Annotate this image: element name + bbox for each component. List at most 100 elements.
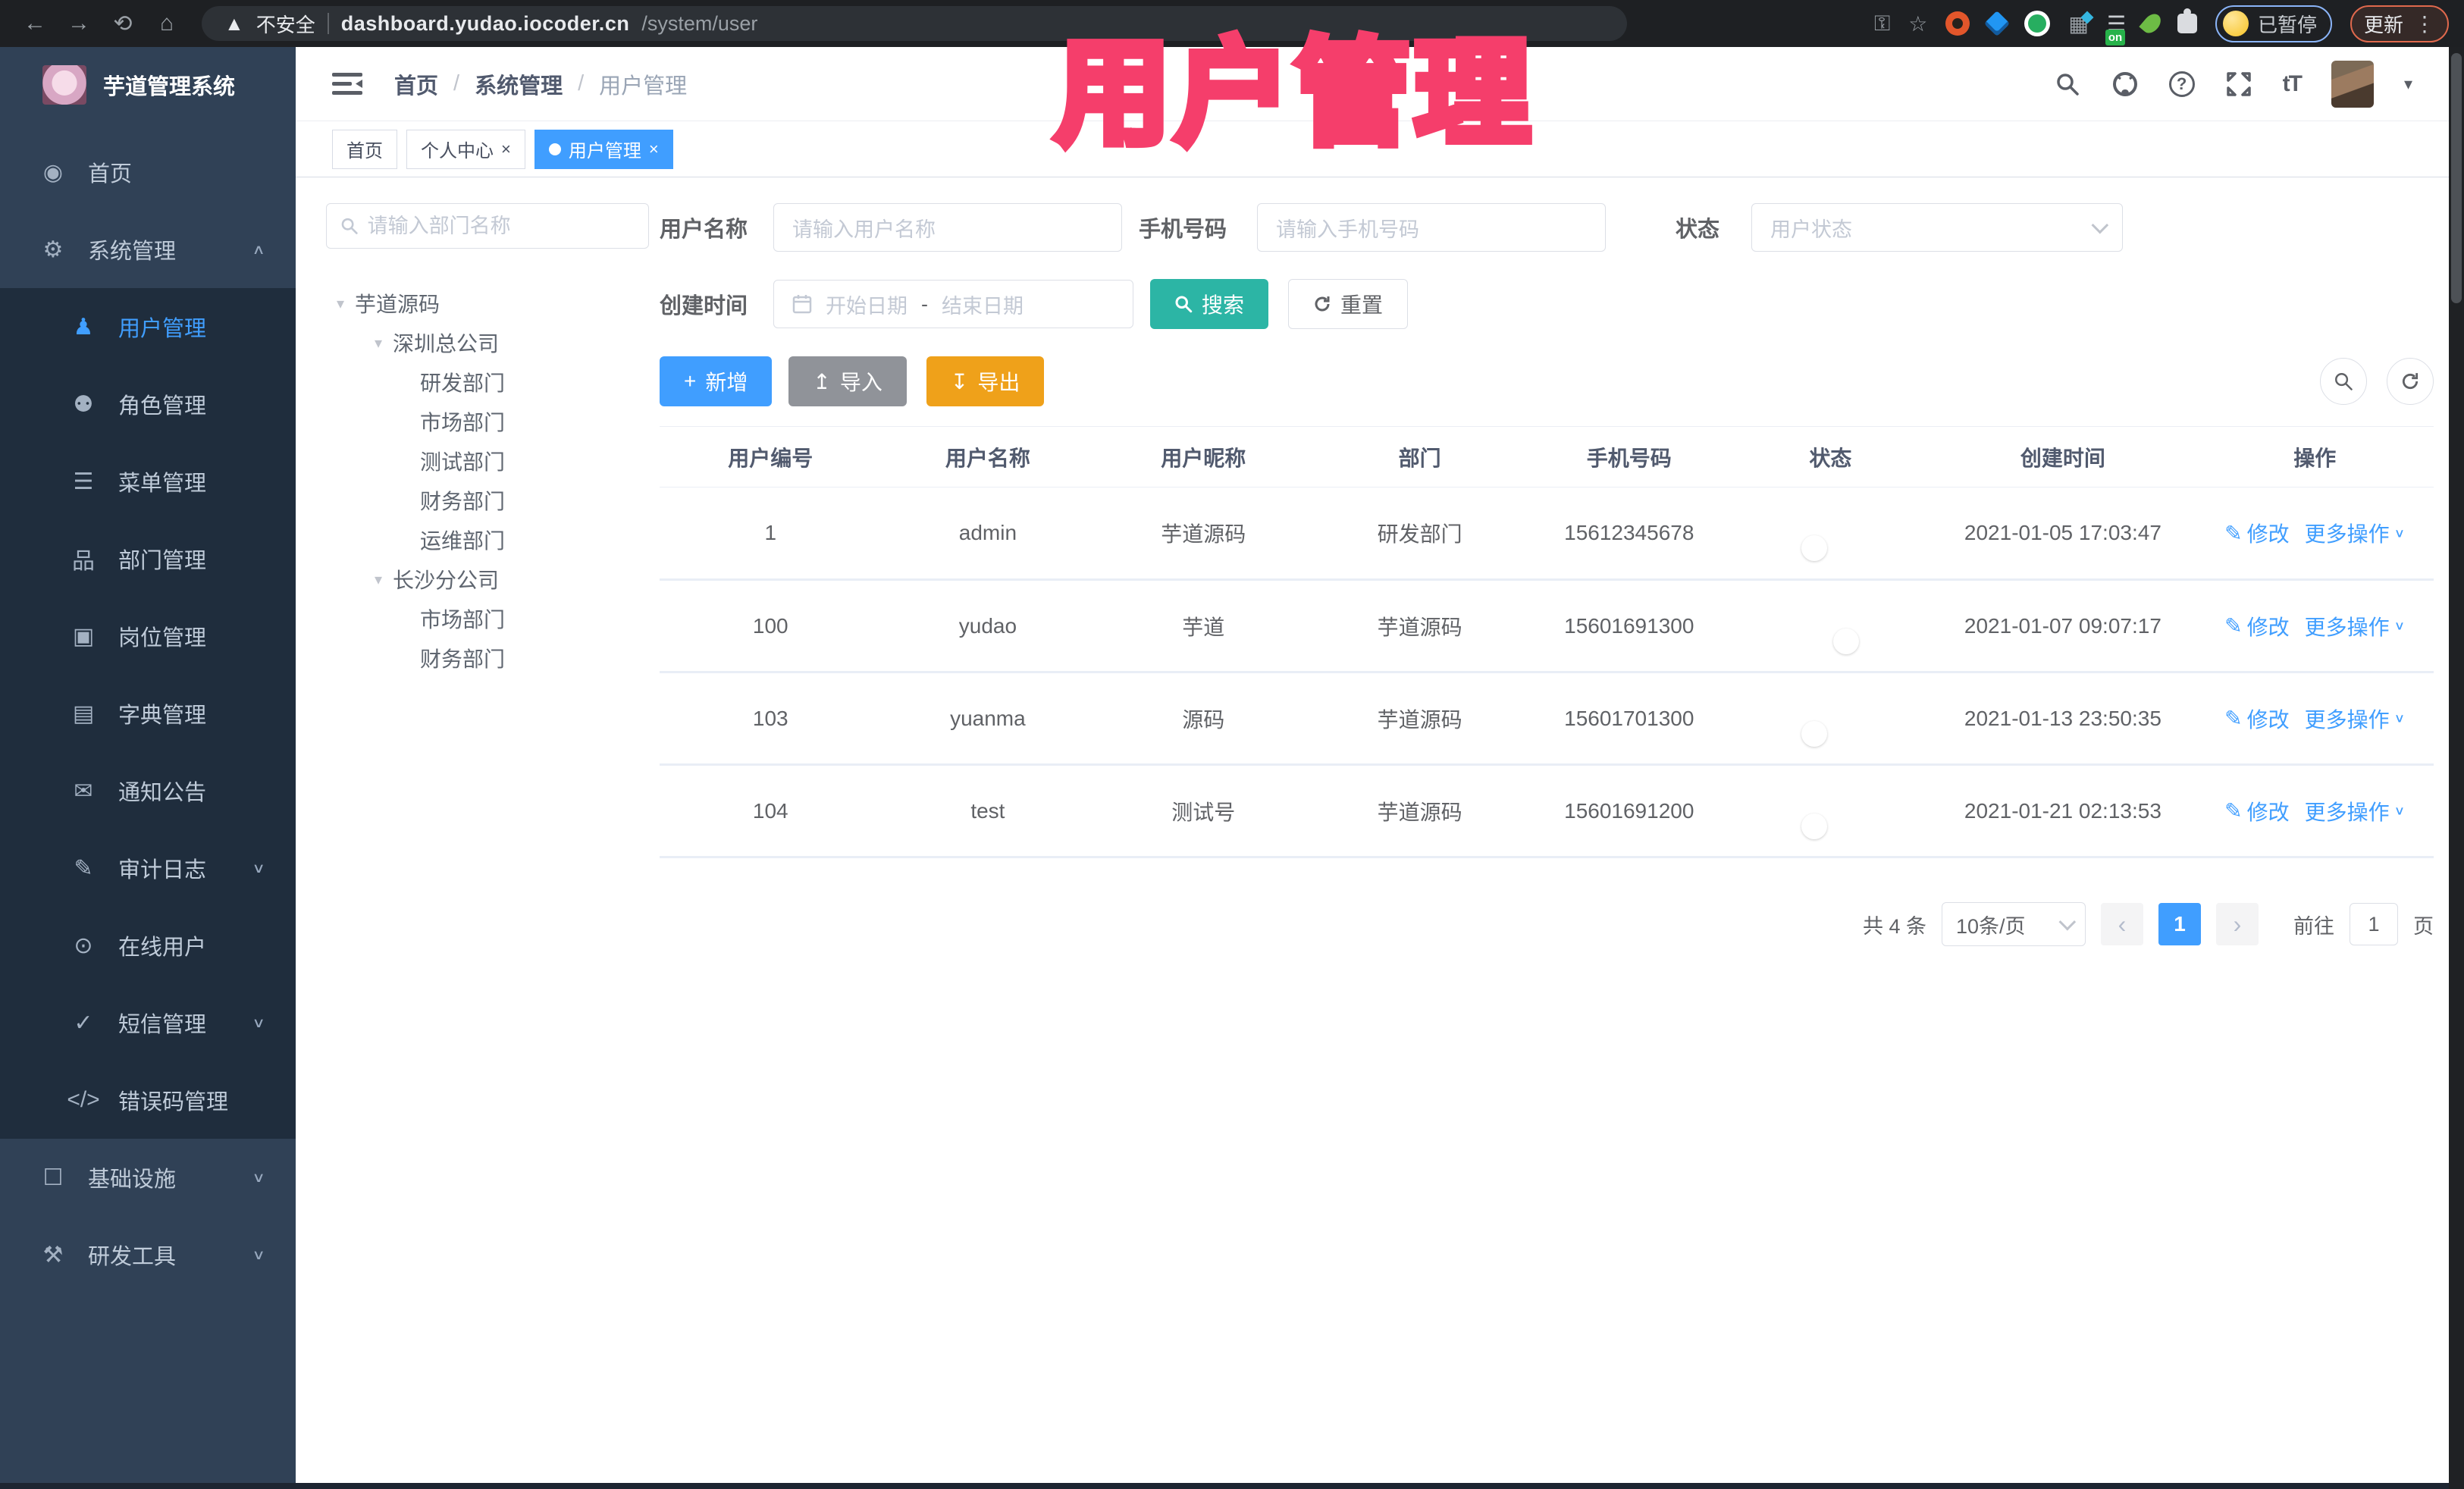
column-header[interactable]: 用户昵称 [1094, 426, 1313, 487]
status-select[interactable]: 用户状态 [1751, 203, 2124, 252]
search-button[interactable]: 搜索 [1150, 279, 1269, 329]
more-actions-link[interactable]: 更多操作 ∨ [2305, 796, 2406, 826]
extensions-puzzle-icon[interactable] [2177, 8, 2197, 33]
sidebar-item[interactable]: ♟ 用户管理 [0, 288, 296, 365]
more-actions-link[interactable]: 更多操作 ∨ [2305, 704, 2406, 734]
add-button[interactable]: + 新增 [660, 356, 773, 406]
edit-link[interactable]: ✎ 修改 [2224, 796, 2289, 826]
sidebar-item[interactable]: ⊙ 在线用户 [0, 907, 296, 984]
dict-icon: ▤ [72, 701, 95, 726]
column-header[interactable]: 用户名称 [881, 426, 1095, 487]
more-actions-link[interactable]: 更多操作 ∨ [2305, 611, 2406, 641]
search-icon[interactable] [2054, 71, 2081, 98]
mobile-placeholder: 请输入手机号码 [1276, 218, 1420, 241]
column-header[interactable]: 手机号码 [1527, 426, 1732, 487]
bookmark-star-icon[interactable]: ☆ [1908, 11, 1927, 36]
users-table: 用户编号 用户名称 用户昵称 部门 手机号码 状态 创建时间 操作 1 admin 芋道源码 … [660, 426, 2434, 858]
tree-caret-icon[interactable]: ▾ [375, 570, 382, 589]
sidebar-item[interactable]: ◉ 首页 [0, 133, 296, 211]
tree-node[interactable]: 财务部门 [326, 481, 649, 520]
sidebar-item[interactable]: ▤ 字典管理 [0, 675, 296, 752]
user-avatar[interactable] [2331, 60, 2374, 108]
tree-caret-icon[interactable]: ▾ [337, 294, 344, 313]
page-tab[interactable]: 首页 [332, 129, 397, 169]
current-page-button[interactable]: 1 [2158, 903, 2201, 945]
sidebar-item[interactable]: 品 部门管理 [0, 520, 296, 597]
browser-scrollbar[interactable] [2449, 47, 2464, 1489]
collapse-sidebar-icon[interactable] [332, 71, 362, 97]
sidebar-item[interactable]: ✓ 短信管理 ∨ [0, 984, 296, 1061]
column-header[interactable]: 状态 [1731, 426, 1930, 487]
reset-button[interactable]: 重置 [1288, 279, 1409, 329]
more-actions-link[interactable]: 更多操作 ∨ [2305, 518, 2406, 548]
sidebar-item[interactable]: ⚒ 研发工具 ∨ [0, 1216, 296, 1293]
tree-node[interactable]: 研发部门 [326, 362, 649, 402]
column-header[interactable]: 创建时间 [1930, 426, 2196, 487]
key-icon[interactable]: ⚿ [1874, 11, 1890, 36]
tree-node[interactable]: 市场部门 [326, 402, 649, 441]
github-icon[interactable] [2111, 71, 2139, 98]
extension-grid-icon[interactable]: ▦ [2068, 11, 2094, 36]
tree-node[interactable]: 测试部门 [326, 441, 649, 481]
column-header[interactable]: 部门 [1312, 426, 1528, 487]
sidebar-item[interactable]: ☐ 基础设施 ∨ [0, 1139, 296, 1216]
font-size-icon[interactable]: tT [2283, 71, 2303, 97]
prev-page-button[interactable]: ‹ [2101, 903, 2143, 945]
avatar-caret-icon[interactable]: ▾ [2404, 74, 2412, 94]
sidebar-item[interactable]: ☰ 菜单管理 [0, 443, 296, 520]
app-logo-row[interactable]: 芋道管理系统 [0, 47, 296, 123]
kebab-menu-icon[interactable]: ⋮ [2414, 11, 2435, 36]
back-icon[interactable]: ← [15, 11, 55, 36]
update-button[interactable]: 更新 ⋮ [2350, 5, 2449, 42]
security-warning-icon[interactable]: ▲ [224, 12, 244, 36]
extension-green-icon[interactable] [2024, 11, 2051, 36]
tree-node[interactable]: ▾ 芋道源码 [326, 284, 649, 323]
tab-close-icon[interactable]: × [649, 139, 659, 159]
home-icon[interactable]: ⌂ [147, 11, 187, 36]
sidebar-item[interactable]: ✉ 通知公告 [0, 752, 296, 829]
goto-page-input[interactable] [2350, 903, 2398, 945]
breadcrumb-home[interactable]: 首页 [394, 68, 438, 100]
address-bar[interactable]: ▲ 不安全 dashboard.yudao.iocoder.cn /system… [202, 6, 1627, 41]
tree-node[interactable]: ▾ 深圳总公司 [326, 323, 649, 362]
scrollbar-thumb[interactable] [2451, 53, 2462, 303]
reload-icon[interactable]: ⟲ [103, 11, 143, 37]
tree-caret-icon[interactable]: ▾ [375, 334, 382, 353]
profile-chip[interactable]: 已暂停 [2215, 5, 2332, 42]
edit-link[interactable]: ✎ 修改 [2224, 611, 2289, 641]
refresh-table-button[interactable] [2387, 358, 2434, 405]
column-header[interactable]: 用户编号 [660, 426, 882, 487]
tree-node[interactable]: 财务部门 [326, 638, 649, 678]
help-icon[interactable]: ? [2168, 71, 2195, 97]
edit-link[interactable]: ✎ 修改 [2224, 704, 2289, 734]
tab-close-icon[interactable]: × [501, 139, 511, 159]
dept-search-input[interactable] [367, 214, 635, 238]
forward-icon[interactable]: → [59, 11, 99, 36]
extension-orange-icon[interactable] [1945, 11, 1970, 36]
sidebar-item[interactable]: ▣ 岗位管理 [0, 597, 296, 675]
tree-node[interactable]: 市场部门 [326, 599, 649, 638]
sidebar-item[interactable]: ⚉ 角色管理 [0, 365, 296, 443]
edit-link[interactable]: ✎ 修改 [2224, 518, 2289, 548]
show-search-button[interactable] [2320, 358, 2367, 405]
sidebar-item[interactable]: </> 错误码管理 [0, 1061, 296, 1139]
mobile-input[interactable]: 请输入手机号码 [1257, 203, 1607, 252]
date-range-picker[interactable]: 开始日期 - 结束日期 [773, 280, 1134, 328]
export-button[interactable]: ↧ 导出 [926, 356, 1045, 406]
fullscreen-icon[interactable] [2225, 71, 2252, 98]
sidebar-item[interactable]: ⚙ 系统管理 ∧ [0, 211, 296, 288]
sidebar-item[interactable]: ✎ 审计日志 ∨ [0, 829, 296, 907]
page-tab[interactable]: 用户管理 × [534, 129, 673, 169]
extension-leaf-icon[interactable] [2139, 10, 2165, 37]
page-tab[interactable]: 个人中心 × [406, 129, 525, 169]
extension-list-icon[interactable]: ☰ on [2105, 11, 2126, 45]
import-button[interactable]: ↥ 导入 [788, 356, 907, 406]
column-header[interactable]: 操作 [2196, 426, 2434, 487]
tree-node[interactable]: 运维部门 [326, 520, 649, 560]
username-input[interactable]: 请输入用户名称 [773, 203, 1123, 252]
extension-gem-icon[interactable] [1984, 11, 2011, 36]
page-size-select[interactable]: 10条/页 [1942, 902, 2086, 946]
breadcrumb-system[interactable]: 系统管理 [475, 68, 563, 100]
tree-node[interactable]: ▾ 长沙分公司 [326, 560, 649, 599]
next-page-button[interactable]: › [2216, 903, 2259, 945]
